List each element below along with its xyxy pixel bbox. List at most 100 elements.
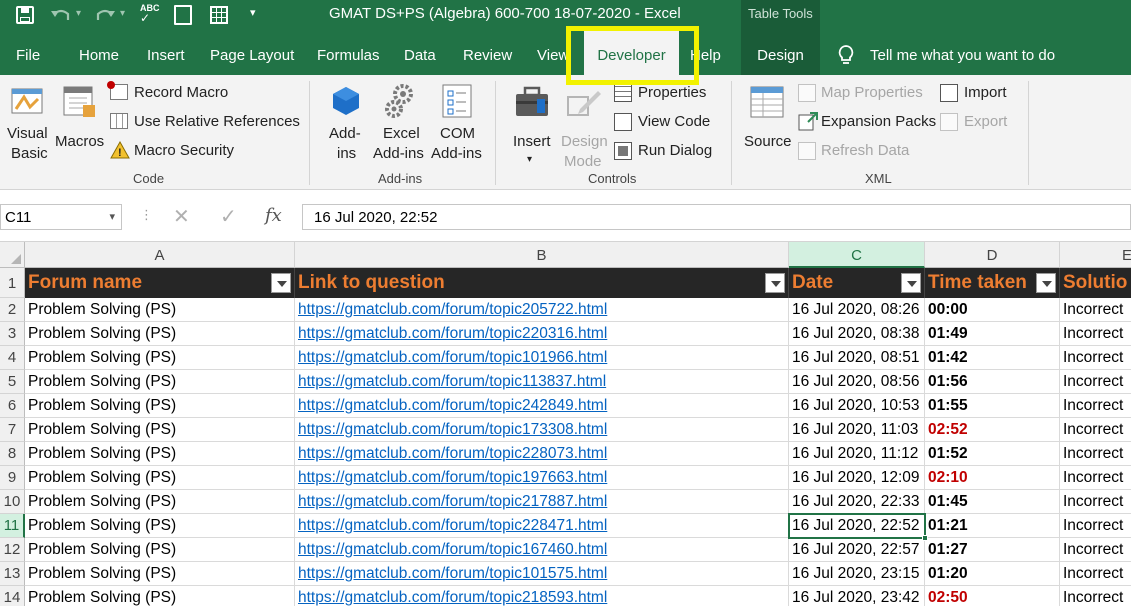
tab-view[interactable]: View xyxy=(537,30,569,75)
link-cell[interactable]: https://gmatclub.com/forum/topic113837.h… xyxy=(295,370,789,394)
row-header[interactable]: 8 xyxy=(0,442,25,466)
name-box[interactable]: C11 ▾ xyxy=(0,204,122,230)
design-mode-button[interactable]: Design Mode xyxy=(560,81,608,171)
tab-review[interactable]: Review xyxy=(463,30,512,75)
link-cell[interactable]: https://gmatclub.com/forum/topic197663.h… xyxy=(295,466,789,490)
forum-name-cell[interactable]: Problem Solving (PS) xyxy=(25,322,295,346)
time-taken-cell[interactable]: 02:50 xyxy=(925,586,1060,606)
tell-me-search[interactable]: Tell me what you want to do xyxy=(870,30,1055,75)
insert-control-button[interactable]: Insert ▾ xyxy=(510,81,554,171)
tab-page-layout[interactable]: Page Layout xyxy=(210,30,294,75)
question-link[interactable]: https://gmatclub.com/forum/topic173308.h… xyxy=(298,421,607,438)
forum-name-cell[interactable]: Problem Solving (PS) xyxy=(25,490,295,514)
time-taken-cell[interactable]: 00:00 xyxy=(925,298,1060,322)
spelling-icon[interactable]: ABC ✓ xyxy=(140,3,160,24)
solution-cell[interactable]: Incorrect xyxy=(1060,442,1131,466)
visual-basic-button[interactable]: Visual Basic xyxy=(4,81,50,171)
import-button[interactable]: Import xyxy=(938,83,1018,105)
tab-formulas[interactable]: Formulas xyxy=(317,30,380,75)
date-cell[interactable]: 16 Jul 2020, 23:15 xyxy=(789,562,925,586)
question-link[interactable]: https://gmatclub.com/forum/topic220316.h… xyxy=(298,325,607,342)
forum-name-cell[interactable]: Problem Solving (PS) xyxy=(25,298,295,322)
date-cell[interactable]: 16 Jul 2020, 22:52 xyxy=(789,514,925,538)
link-cell[interactable]: https://gmatclub.com/forum/topic217887.h… xyxy=(295,490,789,514)
column-header-a[interactable]: A xyxy=(25,242,295,268)
source-button[interactable]: Source xyxy=(740,81,794,171)
row-header[interactable]: 7 xyxy=(0,418,25,442)
solution-cell[interactable]: Incorrect xyxy=(1060,586,1131,606)
grid-icon[interactable] xyxy=(210,6,228,24)
macros-button[interactable]: Macros xyxy=(54,81,106,151)
macro-security-button[interactable]: ! Macro Security xyxy=(108,141,238,163)
save-icon[interactable] xyxy=(16,6,34,24)
filter-dropdown-icon[interactable] xyxy=(765,273,785,293)
expansion-packs-button[interactable]: Expansion Packs xyxy=(796,112,936,134)
time-taken-cell[interactable]: 01:49 xyxy=(925,322,1060,346)
solution-cell[interactable]: Incorrect xyxy=(1060,418,1131,442)
question-link[interactable]: https://gmatclub.com/forum/topic242849.h… xyxy=(298,397,607,414)
date-cell[interactable]: 16 Jul 2020, 12:09 xyxy=(789,466,925,490)
filter-dropdown-icon[interactable] xyxy=(271,273,291,293)
question-link[interactable]: https://gmatclub.com/forum/topic228073.h… xyxy=(298,445,607,462)
forum-name-cell[interactable]: Problem Solving (PS) xyxy=(25,586,295,606)
question-link[interactable]: https://gmatclub.com/forum/topic228471.h… xyxy=(298,517,607,534)
date-cell[interactable]: 16 Jul 2020, 22:57 xyxy=(789,538,925,562)
time-taken-cell[interactable]: 02:10 xyxy=(925,466,1060,490)
time-taken-cell[interactable]: 01:52 xyxy=(925,442,1060,466)
solution-cell[interactable]: Incorrect xyxy=(1060,322,1131,346)
solution-cell[interactable]: Incorrect xyxy=(1060,514,1131,538)
solution-cell[interactable]: Incorrect xyxy=(1060,538,1131,562)
com-add-ins-button[interactable]: COM Add-ins xyxy=(431,81,487,171)
column-header-c[interactable]: C xyxy=(789,242,925,268)
question-link[interactable]: https://gmatclub.com/forum/topic167460.h… xyxy=(298,541,607,558)
question-link[interactable]: https://gmatclub.com/forum/topic101575.h… xyxy=(298,565,607,582)
link-cell[interactable]: https://gmatclub.com/forum/topic167460.h… xyxy=(295,538,789,562)
row-header[interactable]: 6 xyxy=(0,394,25,418)
undo-icon[interactable] xyxy=(50,6,72,24)
row-header[interactable]: 12 xyxy=(0,538,25,562)
tab-developer[interactable]: Developer xyxy=(584,30,679,75)
date-cell[interactable]: 16 Jul 2020, 22:33 xyxy=(789,490,925,514)
question-link[interactable]: https://gmatclub.com/forum/topic205722.h… xyxy=(298,301,607,318)
view-code-button[interactable]: View Code xyxy=(612,112,722,134)
excel-add-ins-button[interactable]: Excel Add-ins xyxy=(373,81,431,171)
time-taken-cell[interactable]: 01:20 xyxy=(925,562,1060,586)
tab-design[interactable]: Design xyxy=(741,30,820,75)
select-all-corner[interactable] xyxy=(0,242,25,268)
redo-icon[interactable] xyxy=(94,6,116,24)
forum-name-cell[interactable]: Problem Solving (PS) xyxy=(25,442,295,466)
row-header[interactable]: 10 xyxy=(0,490,25,514)
tab-home[interactable]: Home xyxy=(79,30,119,75)
map-properties-button[interactable]: Map Properties xyxy=(796,83,931,105)
forum-name-cell[interactable]: Problem Solving (PS) xyxy=(25,346,295,370)
time-taken-cell[interactable]: 01:27 xyxy=(925,538,1060,562)
filter-dropdown-icon[interactable] xyxy=(1036,273,1056,293)
column-header-e[interactable]: E xyxy=(1060,242,1131,268)
link-cell[interactable]: https://gmatclub.com/forum/topic220316.h… xyxy=(295,322,789,346)
date-cell[interactable]: 16 Jul 2020, 08:26 xyxy=(789,298,925,322)
question-link[interactable]: https://gmatclub.com/forum/topic101966.h… xyxy=(298,349,607,366)
forum-name-cell[interactable]: Problem Solving (PS) xyxy=(25,562,295,586)
date-cell[interactable]: 16 Jul 2020, 11:03 xyxy=(789,418,925,442)
column-header-d[interactable]: D xyxy=(925,242,1060,268)
tab-file[interactable]: File xyxy=(16,30,40,75)
time-taken-cell[interactable]: 01:21 xyxy=(925,514,1060,538)
spreadsheet-grid[interactable]: A B C D E 1 Forum name Link to question … xyxy=(0,242,1131,606)
time-taken-cell[interactable]: 01:55 xyxy=(925,394,1060,418)
date-cell[interactable]: 16 Jul 2020, 08:56 xyxy=(789,370,925,394)
row-header[interactable]: 2 xyxy=(0,298,25,322)
solution-cell[interactable]: Incorrect xyxy=(1060,298,1131,322)
date-cell[interactable]: 16 Jul 2020, 10:53 xyxy=(789,394,925,418)
question-link[interactable]: https://gmatclub.com/forum/topic113837.h… xyxy=(298,373,606,390)
link-cell[interactable]: https://gmatclub.com/forum/topic242849.h… xyxy=(295,394,789,418)
insert-function-icon[interactable]: fx xyxy=(265,205,282,226)
date-cell[interactable]: 16 Jul 2020, 08:51 xyxy=(789,346,925,370)
solution-cell[interactable]: Incorrect xyxy=(1060,562,1131,586)
tab-insert[interactable]: Insert xyxy=(147,30,185,75)
row-header[interactable]: 5 xyxy=(0,370,25,394)
row-header[interactable]: 4 xyxy=(0,346,25,370)
refresh-data-button[interactable]: Refresh Data xyxy=(796,141,931,163)
forum-name-cell[interactable]: Problem Solving (PS) xyxy=(25,538,295,562)
time-taken-cell[interactable]: 01:45 xyxy=(925,490,1060,514)
link-cell[interactable]: https://gmatclub.com/forum/topic173308.h… xyxy=(295,418,789,442)
